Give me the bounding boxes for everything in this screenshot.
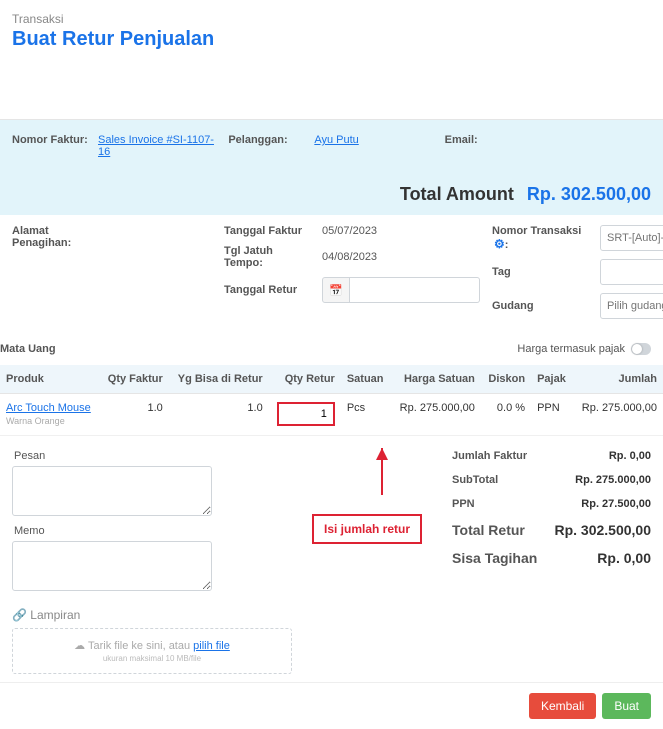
summary-remaining-value: Rp. 0,00	[551, 550, 651, 566]
product-variant: Warna Orange	[6, 416, 65, 426]
annotation-callout: Isi jumlah retur	[312, 514, 422, 544]
attachment-label: Lampiran	[12, 608, 80, 622]
summary-invoice-total-label: Jumlah Faktur	[452, 450, 527, 462]
back-button[interactable]: Kembali	[529, 693, 596, 719]
cell-discount: 0.0 %	[481, 394, 531, 436]
choose-file-link[interactable]: pilih file	[193, 640, 230, 652]
page-title: Buat Retur Penjualan	[12, 28, 651, 51]
invoice-date-value: 05/07/2023	[322, 225, 377, 237]
cell-qty-invoice: 1.0	[100, 394, 169, 436]
cell-unit: Pcs	[341, 394, 391, 436]
message-label: Pesan	[14, 450, 292, 462]
warehouse-select[interactable]	[600, 293, 663, 319]
qty-return-input[interactable]	[277, 402, 335, 426]
message-textarea[interactable]	[12, 466, 212, 516]
col-unit-price: Harga Satuan	[391, 365, 481, 394]
invoice-number-link[interactable]: Sales Invoice #SI-1107-16	[98, 134, 218, 158]
transaction-number-label: Nomor Transaksi ⚙:	[492, 225, 592, 251]
cloud-icon: ☁	[74, 640, 85, 652]
email-label: Email:	[445, 134, 525, 146]
currency-label: Mata Uang	[0, 343, 56, 355]
invoice-date-label: Tanggal Faktur	[224, 225, 314, 237]
tag-input[interactable]	[600, 259, 663, 285]
col-qty-return: Qty Retur	[269, 365, 341, 394]
col-qty-invoice: Qty Faktur	[100, 365, 169, 394]
col-product: Produk	[0, 365, 100, 394]
cell-qty-can-return: 1.0	[169, 394, 269, 436]
summary-invoice-total-value: Rp. 0,00	[551, 450, 651, 462]
calendar-icon[interactable]: 📅	[322, 277, 350, 303]
create-button[interactable]: Buat	[602, 693, 651, 719]
col-amount: Jumlah	[573, 365, 663, 394]
cell-amount: Rp. 275.000,00	[573, 394, 663, 436]
price-includes-tax-label: Harga termasuk pajak	[517, 343, 625, 355]
dropzone-sub: ukuran maksimal 10 MB/file	[23, 654, 281, 663]
customer-label: Pelanggan:	[228, 134, 308, 146]
memo-label: Memo	[14, 525, 292, 537]
line-items-table: Produk Qty Faktur Yg Bisa di Retur Qty R…	[0, 365, 663, 436]
summary-subtotal-label: SubTotal	[452, 474, 498, 486]
summary-total-return-label: Total Retur	[452, 522, 525, 538]
cell-tax: PPN	[531, 394, 573, 436]
summary-ppn-value: Rp. 27.500,00	[551, 498, 651, 510]
product-link[interactable]: Arc Touch Mouse	[6, 402, 94, 415]
customer-link[interactable]: Ayu Putu	[314, 134, 358, 146]
dropzone-text: Tarik file ke sini, atau	[88, 640, 193, 652]
total-amount-label: Total Amount	[400, 184, 514, 204]
memo-textarea[interactable]	[12, 541, 212, 591]
table-row: Arc Touch Mouse Warna Orange 1.0 1.0 Pcs…	[0, 394, 663, 436]
cell-unit-price: Rp. 275.000,00	[391, 394, 481, 436]
return-date-label: Tanggal Retur	[224, 284, 314, 296]
tag-label: Tag	[492, 266, 592, 278]
return-date-input[interactable]	[350, 277, 480, 303]
due-date-value: 04/08/2023	[322, 251, 377, 263]
invoice-number-label: Nomor Faktur:	[12, 134, 92, 146]
price-includes-tax-toggle[interactable]	[631, 343, 651, 355]
breadcrumb: Transaksi	[12, 12, 651, 26]
header-panel: Nomor Faktur: Sales Invoice #SI-1107-16 …	[0, 120, 663, 215]
footer-actions: Kembali Buat	[0, 682, 663, 729]
col-discount: Diskon	[481, 365, 531, 394]
col-qty-can-return: Yg Bisa di Retur	[169, 365, 269, 394]
col-tax: Pajak	[531, 365, 573, 394]
total-amount-value: Rp. 302.500,00	[527, 184, 651, 204]
transaction-number-input[interactable]	[600, 225, 663, 251]
summary-total-return-value: Rp. 302.500,00	[551, 522, 651, 538]
gear-icon[interactable]: ⚙	[494, 237, 505, 251]
due-date-label: Tgl Jatuh Tempo:	[224, 245, 314, 269]
col-unit: Satuan	[341, 365, 391, 394]
summary-ppn-label: PPN	[452, 498, 475, 510]
summary-subtotal-value: Rp. 275.000,00	[551, 474, 651, 486]
file-dropzone[interactable]: ☁ Tarik file ke sini, atau pilih file uk…	[12, 628, 292, 674]
summary-remaining-label: Sisa Tagihan	[452, 550, 537, 566]
billing-address-label: Alamat Penagihan:	[12, 225, 102, 249]
warehouse-label: Gudang	[492, 300, 592, 312]
